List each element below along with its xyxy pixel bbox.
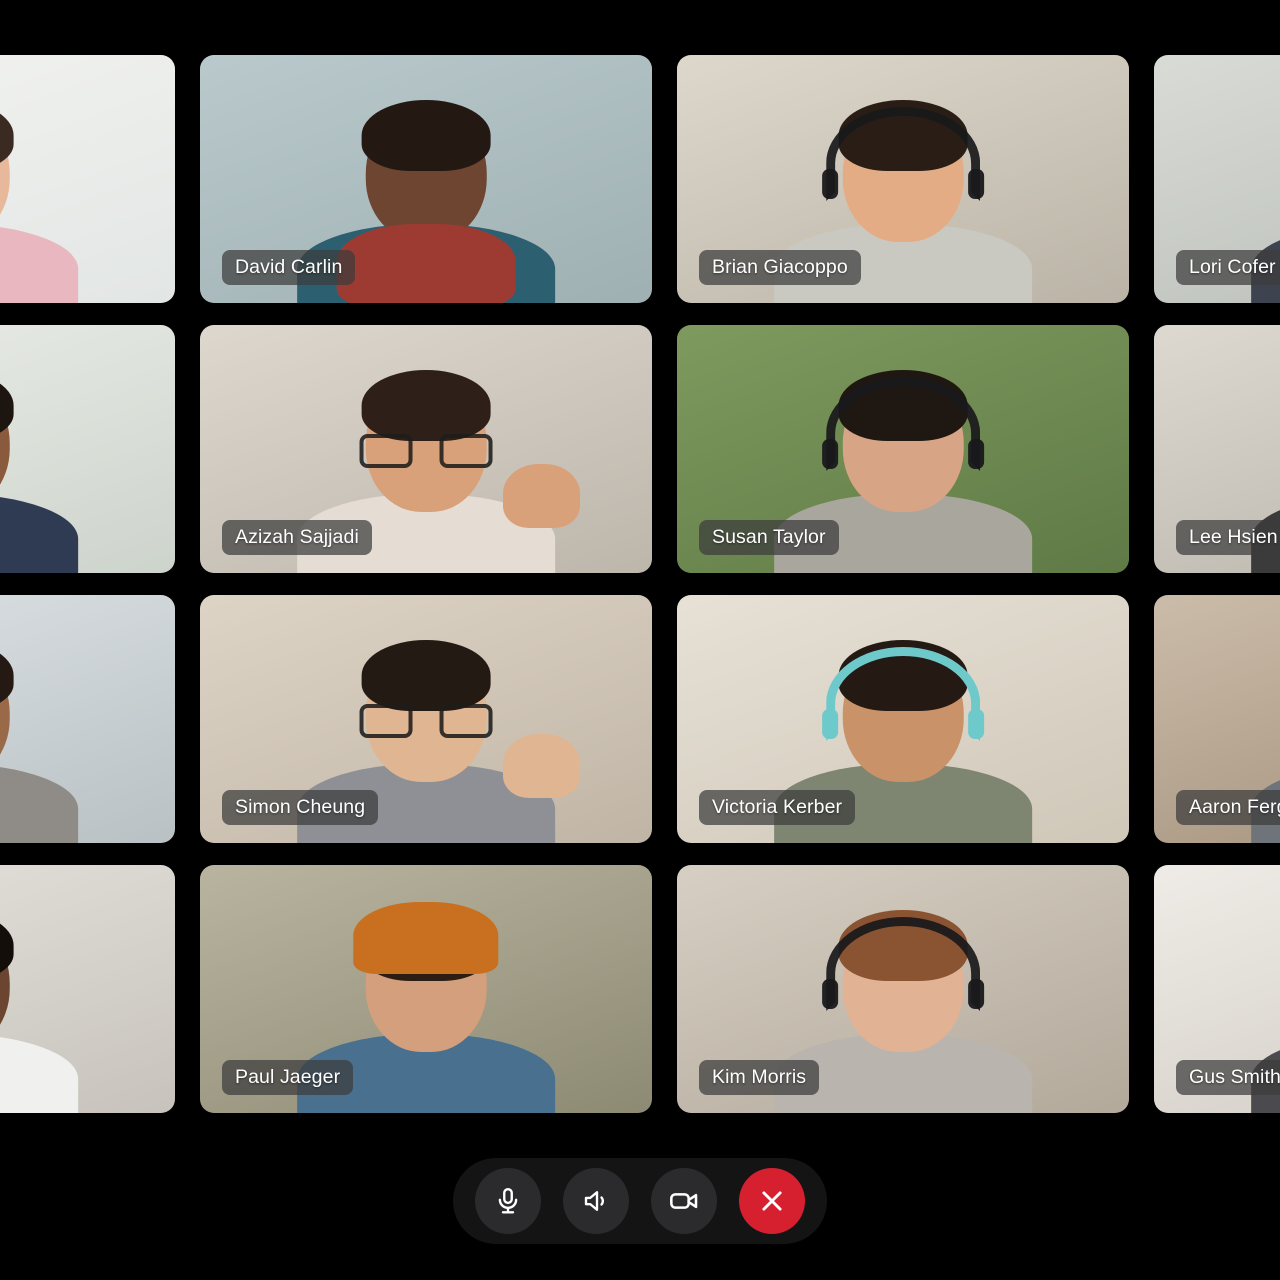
call-control-bar <box>453 1158 827 1244</box>
participant-figure <box>0 640 78 843</box>
glasses-icon <box>359 704 493 739</box>
video-call-screen: David Carlin Brian Giacoppo Lori Cofer Aziz… <box>0 0 1280 1280</box>
participant-name-label: Gus Smith <box>1176 1059 1280 1095</box>
participant-tile[interactable] <box>0 325 175 573</box>
participant-name-label: David Carlin <box>222 249 356 285</box>
participant-hair <box>361 100 491 172</box>
participant-name-label: Aaron Ferguson <box>1176 789 1280 825</box>
speaker-button[interactable] <box>563 1168 629 1234</box>
participant-figure <box>0 100 78 303</box>
participant-tile[interactable]: Aaron Ferguson <box>1154 595 1280 843</box>
raised-hand <box>502 733 580 799</box>
participant-tile[interactable] <box>0 595 175 843</box>
microphone-icon <box>493 1186 523 1216</box>
participant-figure <box>774 910 1032 1113</box>
participant-figure <box>297 901 555 1113</box>
participant-tile[interactable]: Paul Jaeger <box>200 865 652 1113</box>
participant-name-label: Brian Giacoppo <box>699 249 861 285</box>
beanie-icon <box>353 901 499 975</box>
participant-name-label: Kim Morris <box>699 1059 820 1095</box>
participant-tile[interactable]: Simon Cheung <box>200 595 652 843</box>
close-icon <box>757 1186 787 1216</box>
participant-tile[interactable]: Brian Giacoppo <box>677 55 1129 303</box>
participant-tile[interactable]: Susan Taylor <box>677 325 1129 573</box>
end-call-button[interactable] <box>739 1168 805 1234</box>
participant-grid: David Carlin Brian Giacoppo Lori Cofer Aziz… <box>0 55 1280 1113</box>
participant-tile[interactable]: David Carlin <box>200 55 652 303</box>
participant-name-label: Susan Taylor <box>699 519 839 555</box>
participant-tile[interactable]: Lee Hsien Wei <box>1154 325 1280 573</box>
participant-name-label: Simon Cheung <box>222 789 379 825</box>
raised-hand <box>502 463 580 529</box>
participant-name-label: Azizah Sajjadi <box>222 519 372 555</box>
participant-name-label: Victoria Kerber <box>699 789 856 825</box>
participant-tile[interactable] <box>0 865 175 1113</box>
participant-name-label: Lori Cofer <box>1176 249 1280 285</box>
participant-tile[interactable]: Azizah Sajjadi <box>200 325 652 573</box>
participant-name-label: Paul Jaeger <box>222 1059 354 1095</box>
participant-tile[interactable] <box>0 55 175 303</box>
participant-figure <box>0 910 78 1113</box>
speaker-icon <box>581 1186 611 1216</box>
participant-tile[interactable]: Kim Morris <box>677 865 1129 1113</box>
participant-tile[interactable]: Victoria Kerber <box>677 595 1129 843</box>
participant-tile[interactable]: Lori Cofer <box>1154 55 1280 303</box>
participant-tile[interactable]: Gus Smith <box>1154 865 1280 1113</box>
microphone-button[interactable] <box>475 1168 541 1234</box>
participant-figure <box>0 370 78 573</box>
glasses-icon <box>359 434 493 469</box>
camera-button[interactable] <box>651 1168 717 1234</box>
camera-icon <box>668 1185 700 1217</box>
scarf-icon <box>336 224 516 303</box>
participant-hair <box>361 370 491 442</box>
participant-name-label: Lee Hsien Wei <box>1176 519 1280 555</box>
participant-hair <box>361 640 491 712</box>
